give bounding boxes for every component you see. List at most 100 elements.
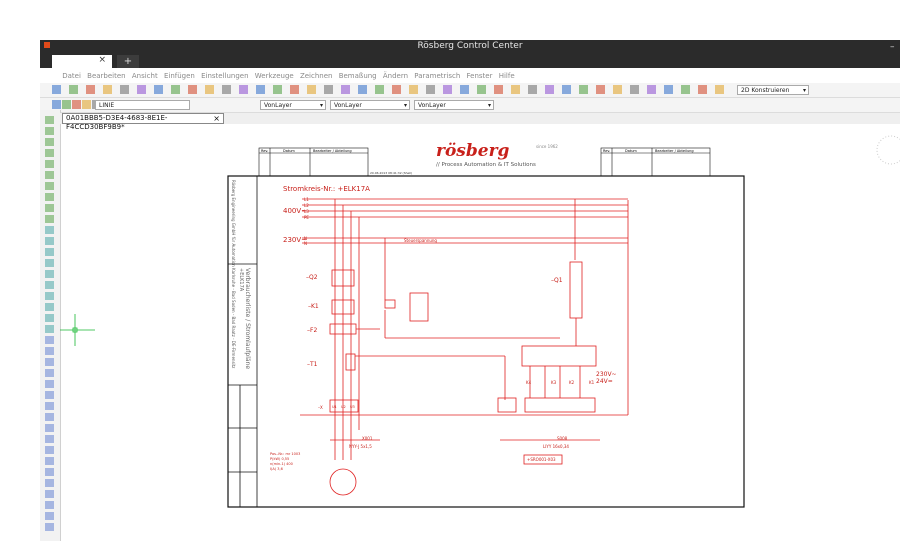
left-tool-icon[interactable] xyxy=(45,303,54,311)
toolbar-tool-icon[interactable] xyxy=(137,85,146,94)
toolbar-tool-icon[interactable] xyxy=(494,85,503,94)
color-select[interactable]: VonLayer ▾ xyxy=(260,100,326,110)
toolbar-tool-icon[interactable] xyxy=(82,100,91,109)
new-tab-button[interactable]: + xyxy=(117,55,139,68)
left-tool-icon[interactable] xyxy=(45,468,54,476)
left-tool-icon[interactable] xyxy=(45,270,54,278)
toolbar-tool-icon[interactable] xyxy=(375,85,384,94)
toolbar-tool-icon[interactable] xyxy=(613,85,622,94)
toolbar-tool-icon[interactable] xyxy=(528,85,537,94)
toolbar-tool-icon[interactable] xyxy=(205,85,214,94)
left-tool-icon[interactable] xyxy=(45,127,54,135)
left-tool-icon[interactable] xyxy=(45,237,54,245)
toolbar-tool-icon[interactable] xyxy=(392,85,401,94)
toolbar-tool-icon[interactable] xyxy=(222,85,231,94)
menu-bearbeiten[interactable]: Bearbeiten xyxy=(87,70,125,83)
toolbar-tool-icon[interactable] xyxy=(460,85,469,94)
workspace-select[interactable]: 2D Konstruieren ▾ xyxy=(737,85,809,95)
toolbar-tool-icon[interactable] xyxy=(188,85,197,94)
left-tool-icon[interactable] xyxy=(45,512,54,520)
left-tool-icon[interactable] xyxy=(45,402,54,410)
left-tool-icon[interactable] xyxy=(45,248,54,256)
left-tool-icon[interactable] xyxy=(45,358,54,366)
toolbar-tool-icon[interactable] xyxy=(358,85,367,94)
menu-fenster[interactable]: Fenster xyxy=(467,70,493,83)
document-tab[interactable]: 0A01BBB5-D3E4-4683-8E1E-F4CCD30BF9B9* × xyxy=(62,113,224,131)
left-tool-icon[interactable] xyxy=(45,479,54,487)
toolbar-tool-icon[interactable] xyxy=(341,85,350,94)
toolbar-tool-icon[interactable] xyxy=(477,85,486,94)
menu-zeichnen[interactable]: Zeichnen xyxy=(300,70,333,83)
document-close-icon[interactable]: × xyxy=(213,114,220,123)
toolbar-tool-icon[interactable] xyxy=(409,85,418,94)
left-tool-icon[interactable] xyxy=(45,391,54,399)
left-tool-icon[interactable] xyxy=(45,336,54,344)
toolbar-tool-icon[interactable] xyxy=(426,85,435,94)
toolbar-tool-icon[interactable] xyxy=(324,85,333,94)
menu-hilfe[interactable]: Hilfe xyxy=(499,70,515,83)
left-tool-icon[interactable] xyxy=(45,380,54,388)
menu-werkzeuge[interactable]: Werkzeuge xyxy=(255,70,294,83)
toolbar-tool-icon[interactable] xyxy=(511,85,520,94)
left-tool-icon[interactable] xyxy=(45,149,54,157)
toolbar-tool-icon[interactable] xyxy=(443,85,452,94)
toolbar-tool-icon[interactable] xyxy=(307,85,316,94)
left-tool-icon[interactable] xyxy=(45,347,54,355)
left-tool-icon[interactable] xyxy=(45,193,54,201)
left-tool-icon[interactable] xyxy=(45,281,54,289)
toolbar-tool-icon[interactable] xyxy=(545,85,554,94)
left-tool-icon[interactable] xyxy=(45,523,54,531)
left-tool-icon[interactable] xyxy=(45,490,54,498)
menu-ansicht[interactable]: Ansicht xyxy=(132,70,158,83)
toolbar-tool-icon[interactable] xyxy=(86,85,95,94)
toolbar-tool-icon[interactable] xyxy=(239,85,248,94)
linetype-select[interactable]: VonLayer ▾ xyxy=(330,100,410,110)
menu-einfuegen[interactable]: Einfügen xyxy=(164,70,195,83)
left-tool-icon[interactable] xyxy=(45,413,54,421)
tab-close-icon[interactable]: × xyxy=(98,55,106,65)
toolbar-tool-icon[interactable] xyxy=(103,85,112,94)
left-tool-icon[interactable] xyxy=(45,182,54,190)
toolbar-tool-icon[interactable] xyxy=(715,85,724,94)
left-tool-icon[interactable] xyxy=(45,457,54,465)
toolbar-tool-icon[interactable] xyxy=(52,100,61,109)
layer-select[interactable]: LINIE xyxy=(95,100,190,110)
toolbar-tool-icon[interactable] xyxy=(562,85,571,94)
left-tool-icon[interactable] xyxy=(45,501,54,509)
left-tool-icon[interactable] xyxy=(45,325,54,333)
left-tool-icon[interactable] xyxy=(45,446,54,454)
toolbar-tool-icon[interactable] xyxy=(596,85,605,94)
left-tool-icon[interactable] xyxy=(45,424,54,432)
toolbar-tool-icon[interactable] xyxy=(256,85,265,94)
menu-einstellungen[interactable]: Einstellungen xyxy=(201,70,248,83)
menu-aendern[interactable]: Ändern xyxy=(383,70,408,83)
toolbar-tool-icon[interactable] xyxy=(120,85,129,94)
toolbar-tool-icon[interactable] xyxy=(681,85,690,94)
toolbar-tool-icon[interactable] xyxy=(273,85,282,94)
left-tool-icon[interactable] xyxy=(45,226,54,234)
minimize-icon[interactable]: – xyxy=(890,42,900,52)
toolbar-tool-icon[interactable] xyxy=(664,85,673,94)
toolbar-tool-icon[interactable] xyxy=(579,85,588,94)
left-tool-icon[interactable] xyxy=(45,292,54,300)
toolbar-tool-icon[interactable] xyxy=(630,85,639,94)
lineweight-select[interactable]: VonLayer ▾ xyxy=(414,100,494,110)
left-tool-icon[interactable] xyxy=(45,171,54,179)
left-tool-icon[interactable] xyxy=(45,314,54,322)
left-tool-icon[interactable] xyxy=(45,435,54,443)
left-tool-icon[interactable] xyxy=(45,116,54,124)
viewcube-icon[interactable] xyxy=(875,130,900,170)
left-tool-icon[interactable] xyxy=(45,204,54,212)
toolbar-tool-icon[interactable] xyxy=(171,85,180,94)
toolbar-tool-icon[interactable] xyxy=(698,85,707,94)
toolbar-tool-icon[interactable] xyxy=(290,85,299,94)
menu-datei[interactable]: Datei xyxy=(62,70,81,83)
left-tool-icon[interactable] xyxy=(45,369,54,377)
left-tool-icon[interactable] xyxy=(45,215,54,223)
toolbar-tool-icon[interactable] xyxy=(647,85,656,94)
toolbar-tool-icon[interactable] xyxy=(72,100,81,109)
toolbar-tool-icon[interactable] xyxy=(69,85,78,94)
left-tool-icon[interactable] xyxy=(45,160,54,168)
menu-parametrisch[interactable]: Parametrisch xyxy=(414,70,460,83)
toolbar-tool-icon[interactable] xyxy=(154,85,163,94)
